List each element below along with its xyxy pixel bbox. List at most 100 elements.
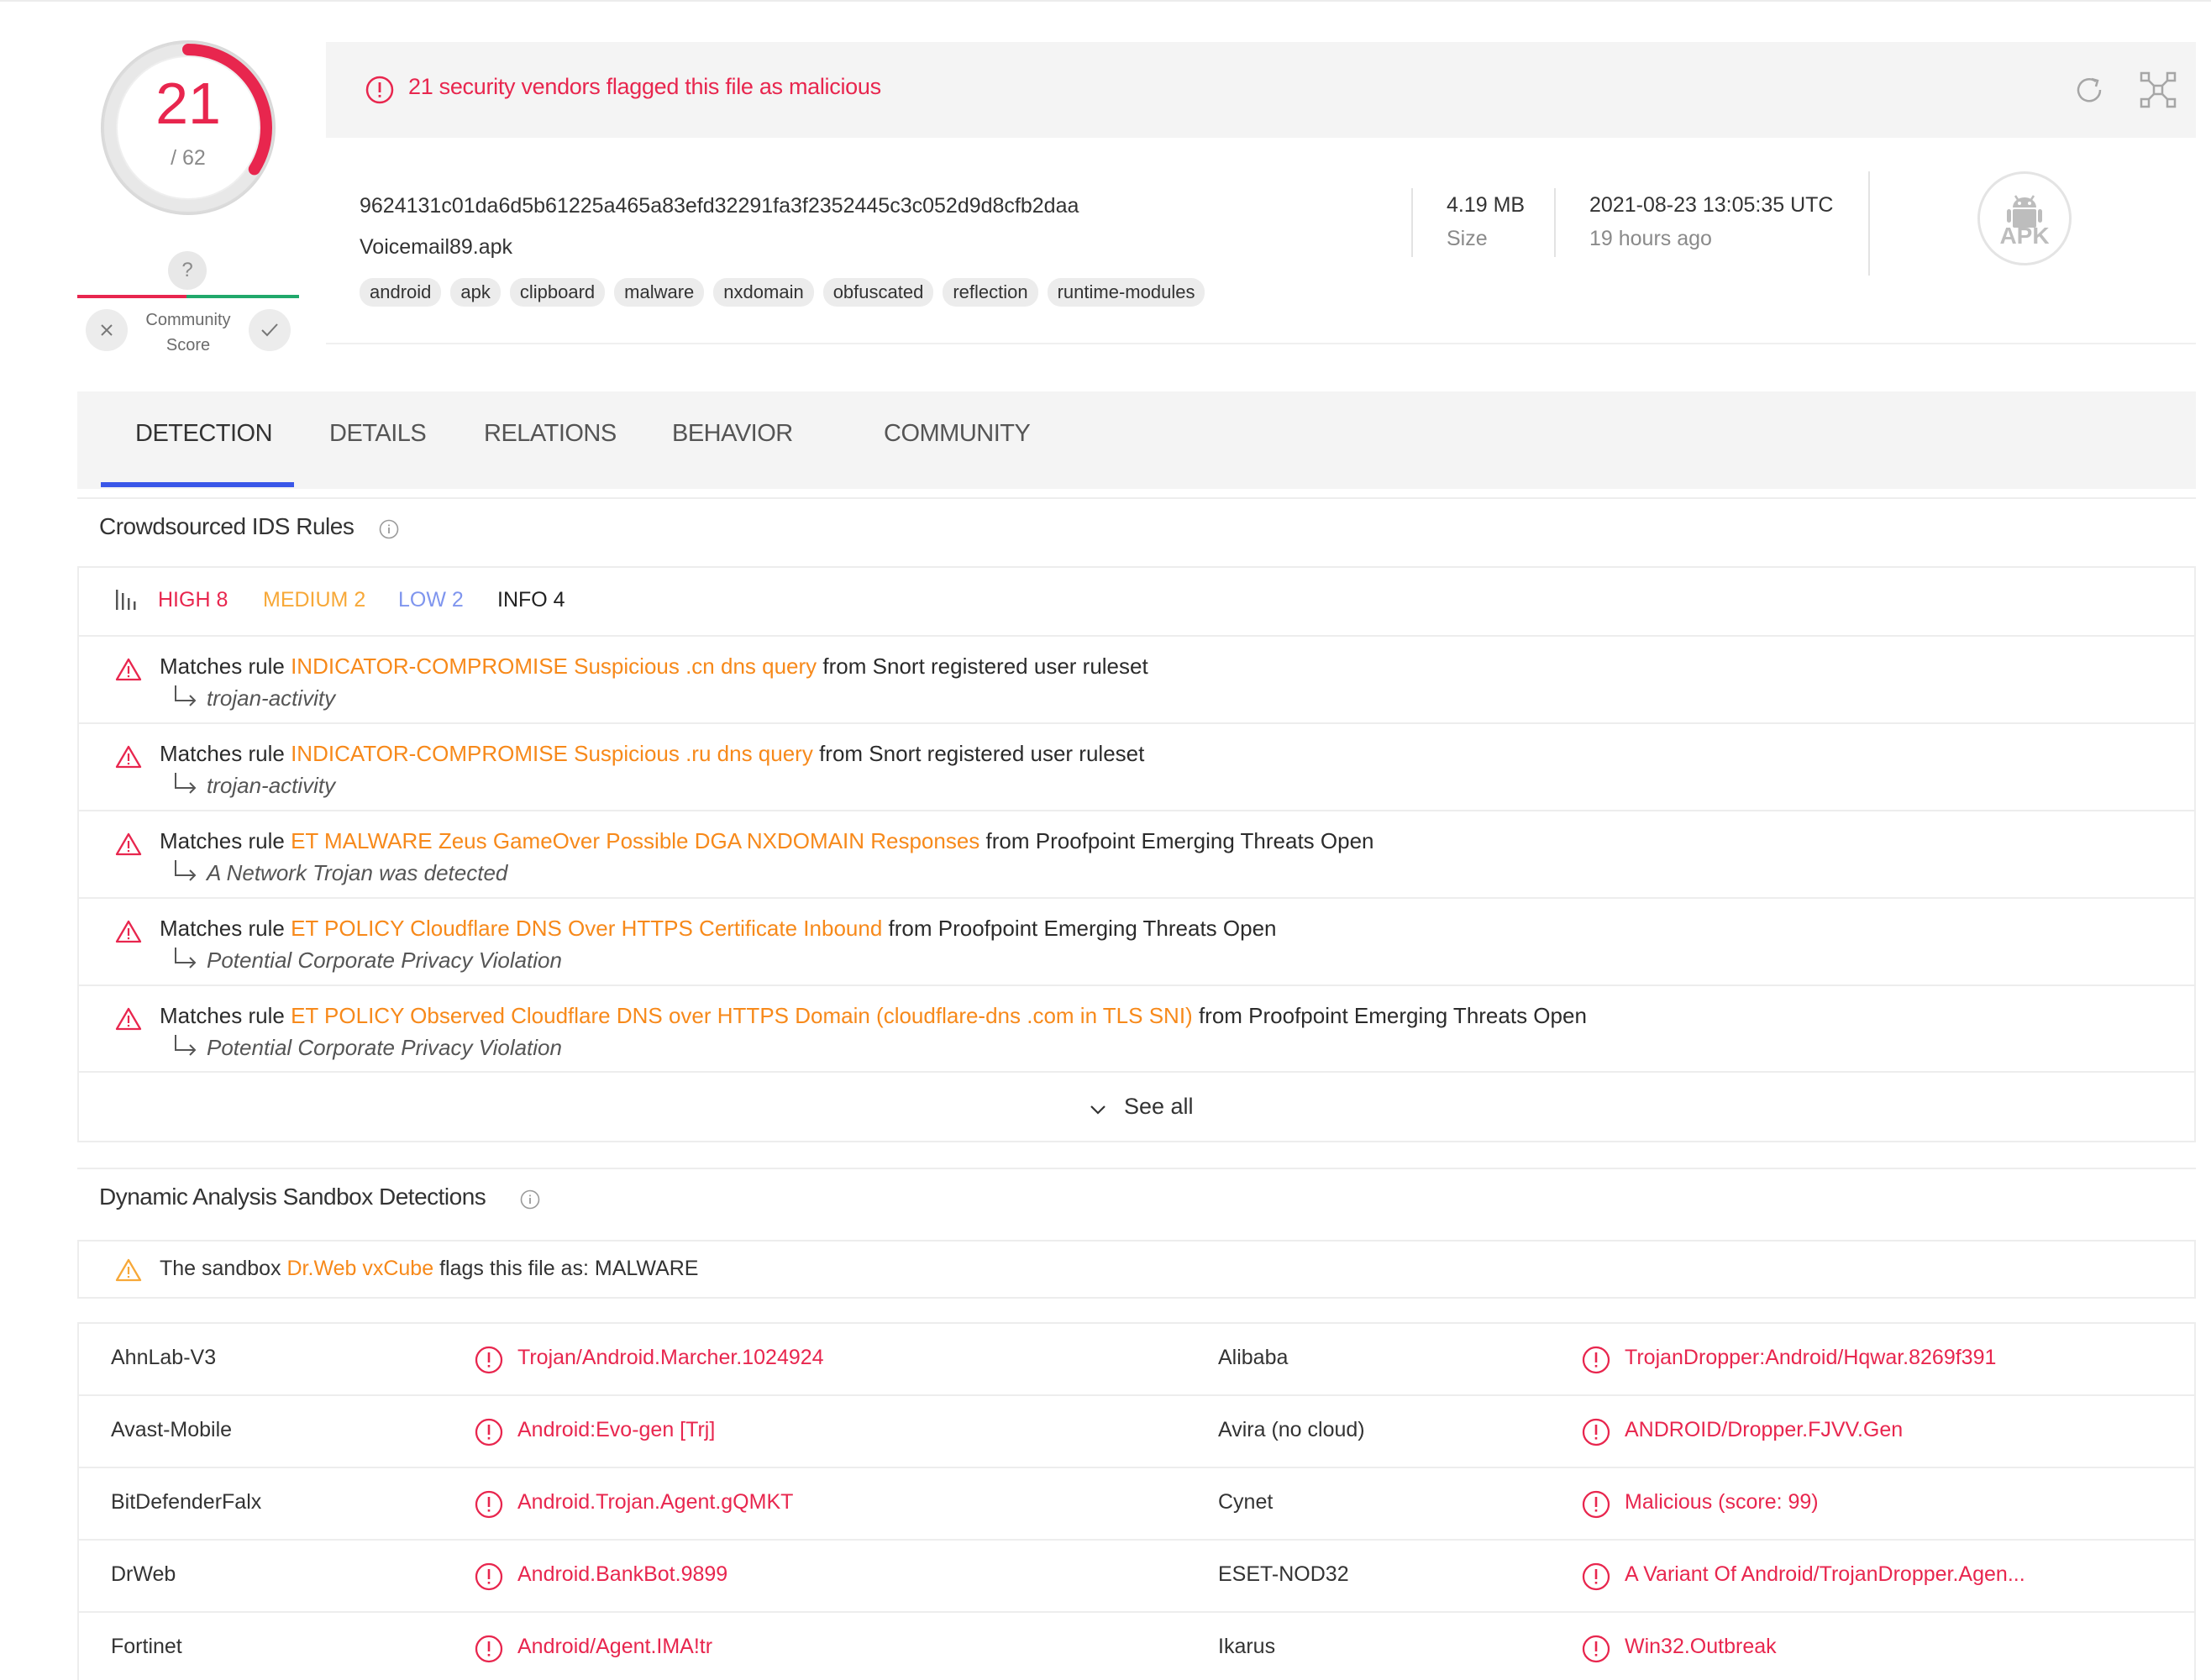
divider (1868, 171, 1870, 276)
sandbox-section-title: Dynamic Analysis Sandbox Detections (99, 1184, 486, 1210)
vendor-row: DrWeb Android.BankBot.9899 ESET-NOD32 A Var… (77, 1539, 2196, 1611)
rule-text: Matches rule ET POLICY Cloudflare DNS Ov… (160, 916, 1277, 941)
vendor-name: Avira (no cloud) (1218, 1418, 1365, 1441)
alert-circle-icon (475, 1562, 503, 1591)
ids-rule-row: Matches rule ET POLICY Observed Cloudfla… (77, 984, 2196, 1073)
engine-total: / 62 (171, 146, 206, 170)
rule-text: Matches rule ET MALWARE Zeus GameOver Po… (160, 828, 1374, 853)
close-icon (101, 324, 113, 336)
community-score-help-icon[interactable]: ? (168, 251, 207, 290)
rule-category: Potential Corporate Privacy Violation (207, 1035, 562, 1060)
ids-rule-row: Matches rule ET MALWARE Zeus GameOver Po… (77, 810, 2196, 898)
community-bar-harmless (186, 295, 299, 298)
tag[interactable]: obfuscated (822, 278, 934, 307)
tag-list: android apk clipboard malware nxdomain o… (360, 278, 1205, 307)
warning-triangle-icon (115, 1007, 142, 1031)
vendor-row: AhnLab-V3 Trojan/Android.Marcher.1024924 A… (77, 1322, 2196, 1394)
file-size: 4.19 MB (1447, 193, 1526, 217)
file-type-label: APK (1999, 223, 2050, 249)
severity-bars-icon (116, 590, 136, 610)
tag[interactable]: android (360, 278, 442, 307)
severity-info-filter[interactable]: INFO 4 (497, 588, 565, 612)
tag[interactable]: apk (450, 278, 501, 307)
vendor-result: A Variant Of Android/TrojanDropper.Agen.… (1625, 1562, 2025, 1586)
chevron-down-icon[interactable] (1089, 1104, 1107, 1116)
vendor-result: ANDROID/Dropper.FJVV.Gen (1625, 1418, 1904, 1441)
tag[interactable]: nxdomain (713, 278, 814, 307)
vendor-result: Android.Trojan.Agent.gQMKT (517, 1490, 794, 1514)
tab-details[interactable]: DETAILS (329, 420, 427, 448)
alert-circle-icon (365, 76, 394, 104)
info-icon[interactable] (378, 518, 400, 540)
tag[interactable]: reflection (943, 278, 1038, 307)
vote-malicious-button[interactable] (86, 309, 128, 351)
file-size-label: Size (1447, 227, 1488, 250)
reload-icon[interactable] (2072, 72, 2107, 108)
vote-harmless-button[interactable] (249, 309, 291, 351)
analysis-date: 2021-08-23 13:05:35 UTC (1589, 193, 1834, 217)
alert-circle-icon (1582, 1635, 1610, 1663)
ids-section-title: Crowdsourced IDS Rules (99, 513, 354, 539)
virustotal-report-page: 21 / 62 ? Community Score 21 security ve… (0, 0, 2211, 1680)
vendor-name: Alibaba (1218, 1346, 1289, 1369)
severity-high-filter[interactable]: HIGH 8 (158, 588, 228, 612)
sandbox-verdict: The sandbox Dr.Web vxCube flags this fil… (160, 1257, 699, 1280)
vendor-row: BitDefenderFalx Android.Trojan.Agent.gQMK… (77, 1467, 2196, 1539)
rule-link[interactable]: INDICATOR-COMPROMISE Suspicious .ru dns … (291, 741, 813, 766)
rule-category: trojan-activity (207, 773, 336, 798)
info-icon[interactable] (519, 1189, 541, 1210)
tag[interactable]: malware (614, 278, 705, 307)
alert-circle-icon (1582, 1490, 1610, 1519)
rule-text: Matches rule ET POLICY Observed Cloudfla… (160, 1003, 1587, 1028)
rule-link[interactable]: ET POLICY Observed Cloudflare DNS over H… (291, 1003, 1193, 1028)
rule-link[interactable]: ET MALWARE Zeus GameOver Possible DGA NX… (291, 828, 979, 853)
warning-triangle-icon (115, 920, 142, 943)
vendor-result: TrojanDropper:Android/Hqwar.8269f391 (1625, 1346, 1997, 1369)
top-divider (0, 0, 2211, 2)
warning-triangle-icon (115, 832, 142, 856)
rule-text: Matches rule INDICATOR-COMPROMISE Suspic… (160, 654, 1148, 679)
severity-low-filter[interactable]: LOW 2 (398, 588, 464, 612)
vendor-name: Fortinet (111, 1635, 182, 1658)
tab-detection[interactable]: DETECTION (135, 420, 273, 448)
alert-circle-icon (475, 1635, 503, 1663)
file-hash[interactable]: 9624131c01da6d5b61225a465a83efd32291fa3f… (360, 194, 1079, 218)
tab-community[interactable]: COMMUNITY (884, 420, 1031, 448)
see-all-button[interactable]: See all (1124, 1094, 1194, 1120)
vendor-name: DrWeb (111, 1562, 176, 1586)
vendor-result: Android:Evo-gen [Trj] (517, 1418, 716, 1441)
rule-link[interactable]: ET POLICY Cloudflare DNS Over HTTPS Cert… (291, 916, 882, 941)
vendor-name: Avast-Mobile (111, 1418, 233, 1441)
tag[interactable]: runtime-modules (1047, 278, 1205, 307)
rule-category: A Network Trojan was detected (207, 860, 508, 885)
divider (1554, 188, 1556, 257)
malicious-alert-text: 21 security vendors flagged this file as… (408, 74, 881, 99)
ids-rule-row: Matches rule INDICATOR-COMPROMISE Suspic… (77, 635, 2196, 723)
sandbox-link[interactable]: Dr.Web vxCube (287, 1257, 434, 1280)
tab-relations[interactable]: RELATIONS (484, 420, 617, 448)
analysis-age: 19 hours ago (1589, 227, 1712, 250)
community-score-label: Community Score (145, 311, 231, 354)
rule-link[interactable]: INDICATOR-COMPROMISE Suspicious .cn dns … (291, 654, 817, 679)
ids-rule-row: Matches rule ET POLICY Cloudflare DNS Ov… (77, 897, 2196, 985)
file-type-badge: APK (1977, 171, 2072, 265)
divider (77, 497, 2196, 499)
file-summary-card (326, 138, 2196, 344)
community-bar-malicious (77, 295, 186, 298)
divider (77, 1168, 2196, 1169)
vendor-name: ESET-NOD32 (1218, 1562, 1349, 1586)
warning-triangle-icon (115, 1258, 142, 1282)
ids-rule-row: Matches rule INDICATOR-COMPROMISE Suspic… (77, 722, 2196, 811)
tab-behavior[interactable]: BEHAVIOR (672, 420, 793, 448)
graph-icon[interactable] (2139, 71, 2177, 109)
warning-triangle-icon (115, 658, 142, 681)
subdirectory-arrow-icon (175, 1035, 197, 1056)
vendor-result: Malicious (score: 99) (1625, 1490, 1819, 1514)
tag[interactable]: clipboard (509, 278, 606, 307)
file-name: Voicemail89.apk (360, 235, 513, 259)
vendor-result: Android/Agent.IMA!tr (517, 1635, 713, 1658)
warning-triangle-icon (115, 745, 142, 769)
rule-category: trojan-activity (207, 685, 336, 711)
severity-medium-filter[interactable]: MEDIUM 2 (263, 588, 365, 612)
alert-circle-icon (475, 1490, 503, 1519)
